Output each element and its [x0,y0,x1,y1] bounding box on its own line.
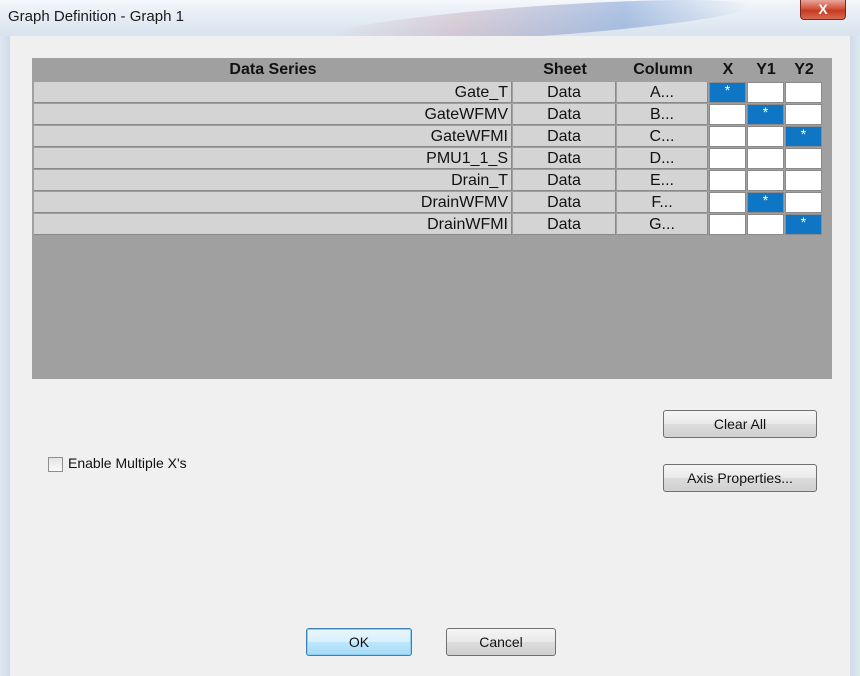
series-name-cell[interactable]: DrainWFMI [34,214,512,235]
header-sheet[interactable]: Sheet [513,58,617,82]
series-name-cell[interactable]: Gate_T [34,82,512,103]
sheet-cell[interactable]: Data [513,192,616,213]
title-bar-decoration [329,0,751,36]
column-cell[interactable]: E... [617,170,708,191]
column-cell[interactable]: A... [617,82,708,103]
x-select-cell[interactable] [709,148,746,169]
header-x[interactable]: X [709,58,747,82]
x-select-cell[interactable] [709,104,746,125]
window-frame-left [0,36,10,676]
header-column[interactable]: Column [617,58,709,82]
enable-multiple-x-checkbox[interactable] [48,457,63,472]
x-select-cell[interactable] [709,192,746,213]
close-button[interactable]: X [800,0,846,20]
column-cell[interactable]: D... [617,148,708,169]
column-cell[interactable]: G... [617,214,708,235]
table-row[interactable]: DrainWFMV Data F... * [32,192,832,214]
y2-select-cell[interactable] [785,192,822,213]
x-select-cell[interactable] [709,214,746,235]
table-row[interactable]: Drain_T Data E... [32,170,832,192]
data-series-grid: Data Series Sheet Column X Y1 Y2 Gate_T D… [32,58,832,379]
column-cell[interactable]: C... [617,126,708,147]
x-select-cell[interactable] [709,126,746,147]
dialog-body: Data Series Sheet Column X Y1 Y2 Gate_T D… [10,36,850,676]
table-row[interactable]: GateWFMV Data B... * [32,104,832,126]
header-data-series[interactable]: Data Series [34,58,512,82]
sheet-cell[interactable]: Data [513,82,616,103]
sheet-cell[interactable]: Data [513,126,616,147]
sheet-cell[interactable]: Data [513,170,616,191]
series-name-cell[interactable]: GateWFMV [34,104,512,125]
enable-multiple-x-label[interactable]: Enable Multiple X's [68,455,187,471]
series-name-cell[interactable]: DrainWFMV [34,192,512,213]
x-select-cell[interactable]: * [709,82,746,103]
series-name-cell[interactable]: PMU1_1_S [34,148,512,169]
header-y1[interactable]: Y1 [747,58,785,82]
window-title: Graph Definition - Graph 1 [8,8,184,25]
x-select-cell[interactable] [709,170,746,191]
y2-select-cell[interactable] [785,170,822,191]
y2-select-cell[interactable]: * [785,214,822,235]
sheet-cell[interactable]: Data [513,148,616,169]
table-row[interactable]: DrainWFMI Data G... * [32,214,832,236]
table-row[interactable]: Gate_T Data A... * [32,82,832,104]
header-y2[interactable]: Y2 [785,58,823,82]
y2-select-cell[interactable]: * [785,126,822,147]
clear-all-button[interactable]: Clear All [663,410,817,438]
y1-select-cell[interactable] [747,82,784,103]
y1-select-cell[interactable] [747,170,784,191]
sheet-cell[interactable]: Data [513,214,616,235]
sheet-cell[interactable]: Data [513,104,616,125]
title-bar: Graph Definition - Graph 1 X [0,0,860,36]
y1-select-cell[interactable]: * [747,192,784,213]
y1-select-cell[interactable] [747,148,784,169]
window-frame-right [850,36,860,676]
y1-select-cell[interactable] [747,126,784,147]
y2-select-cell[interactable] [785,82,822,103]
ok-button[interactable]: OK [306,628,412,656]
table-row[interactable]: PMU1_1_S Data D... [32,148,832,170]
axis-properties-button[interactable]: Axis Properties... [663,464,817,492]
y2-select-cell[interactable] [785,148,822,169]
table-row[interactable]: GateWFMI Data C... * [32,126,832,148]
series-name-cell[interactable]: GateWFMI [34,126,512,147]
cancel-button[interactable]: Cancel [446,628,556,656]
column-cell[interactable]: F... [617,192,708,213]
y2-select-cell[interactable] [785,104,822,125]
series-name-cell[interactable]: Drain_T [34,170,512,191]
column-cell[interactable]: B... [617,104,708,125]
y1-select-cell[interactable]: * [747,104,784,125]
y1-select-cell[interactable] [747,214,784,235]
